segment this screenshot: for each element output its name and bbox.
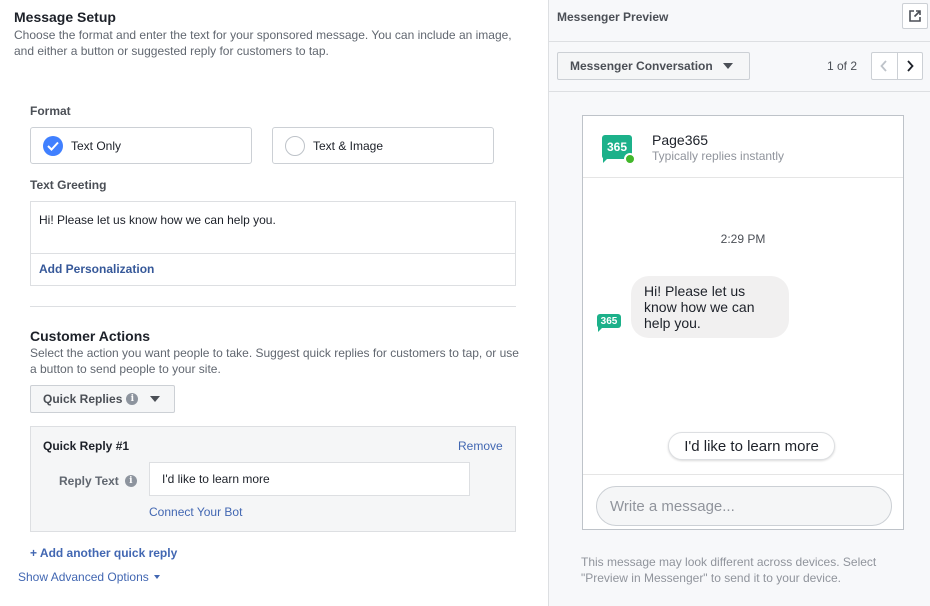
preview-disclaimer: This message may look different across d… [581,555,877,585]
message-setup-description: Choose the format and enter the text for… [14,28,512,58]
preview-pager [871,52,923,80]
text-greeting-label: Text Greeting [30,178,107,192]
pager-count: 1 of 2 [827,59,858,73]
messenger-preview-title: Messenger Preview [557,10,669,24]
reply-text-label-group: Reply Text i [59,474,137,488]
format-option-text-only[interactable]: Text Only [30,127,252,164]
preview-header-divider [549,41,930,42]
conversation-header-divider [583,177,903,178]
quick-reply-chip[interactable]: I'd like to learn more [668,432,835,460]
message-composer-input[interactable]: Write a message... [596,486,892,526]
sender-avatar: 365 [597,314,621,328]
open-preview-button[interactable] [902,3,928,29]
format-option-label: Text Only [71,138,122,153]
text-greeting-field[interactable]: Hi! Please let us know how we can help y… [30,201,516,286]
caret-down-icon [722,63,733,69]
message-setup-panel: Message Setup Choose the format and ente… [0,0,548,606]
format-label: Format [30,104,71,118]
section-divider [30,306,516,307]
reply-text-input[interactable]: I'd like to learn more [149,462,470,496]
greeting-divider [31,253,515,254]
online-status-icon [624,153,636,165]
messenger-preview-panel: Messenger Preview Messenger Conversation… [549,0,930,606]
check-icon [43,135,63,156]
customer-actions-title: Customer Actions [30,328,151,344]
show-advanced-options-toggle[interactable]: Show Advanced Options [18,570,160,584]
caret-down-icon [150,396,161,402]
quick-replies-dropdown[interactable]: Quick Replies i [30,385,175,413]
chevron-left-icon [880,60,887,72]
remove-quick-reply-link[interactable]: Remove [458,439,503,453]
messenger-conversation-dropdown[interactable]: Messenger Conversation [557,52,750,80]
format-option-text-image[interactable]: Text & Image [272,127,494,164]
next-preview-button[interactable] [898,53,923,79]
message-setup-title: Message Setup [14,9,116,25]
external-link-icon [909,10,921,22]
info-icon[interactable]: i [124,475,137,487]
add-personalization-link[interactable]: Add Personalization [39,262,154,276]
messenger-phone-frame: 365 Page365 Typically replies instantly … [582,115,904,530]
quick-replies-dropdown-label: Quick Replies [43,392,123,406]
page-status: Typically replies instantly [652,149,785,163]
add-another-quick-reply-link[interactable]: + Add another quick reply [30,546,177,560]
show-advanced-options-label: Show Advanced Options [18,570,149,584]
sender-avatar-tail [598,327,603,332]
radio-empty-icon [285,135,305,156]
messenger-conversation-label: Messenger Conversation [570,59,713,73]
message-timestamp: 2:29 PM [720,232,766,246]
customer-actions-description: Select the action you want people to tak… [30,346,519,376]
quick-reply-title: Quick Reply #1 [43,439,130,453]
chevron-right-icon [907,60,914,72]
previous-preview-button[interactable] [872,53,897,79]
caret-down-icon [153,575,160,579]
logo-tail [603,157,609,163]
message-bubble: Hi! Please let us know how we can help y… [631,276,789,338]
quick-reply-card: Quick Reply #1 Remove Reply Text i I'd l… [30,426,516,532]
info-icon[interactable]: i [126,393,139,405]
page-name: Page365 [652,132,709,148]
preview-toolbar-divider [549,91,930,92]
format-option-label: Text & Image [313,138,384,153]
reply-text-label: Reply Text [59,474,119,488]
connect-your-bot-link[interactable]: Connect Your Bot [149,505,242,519]
text-greeting-value[interactable]: Hi! Please let us know how we can help y… [39,213,276,227]
composer-divider [583,474,903,475]
